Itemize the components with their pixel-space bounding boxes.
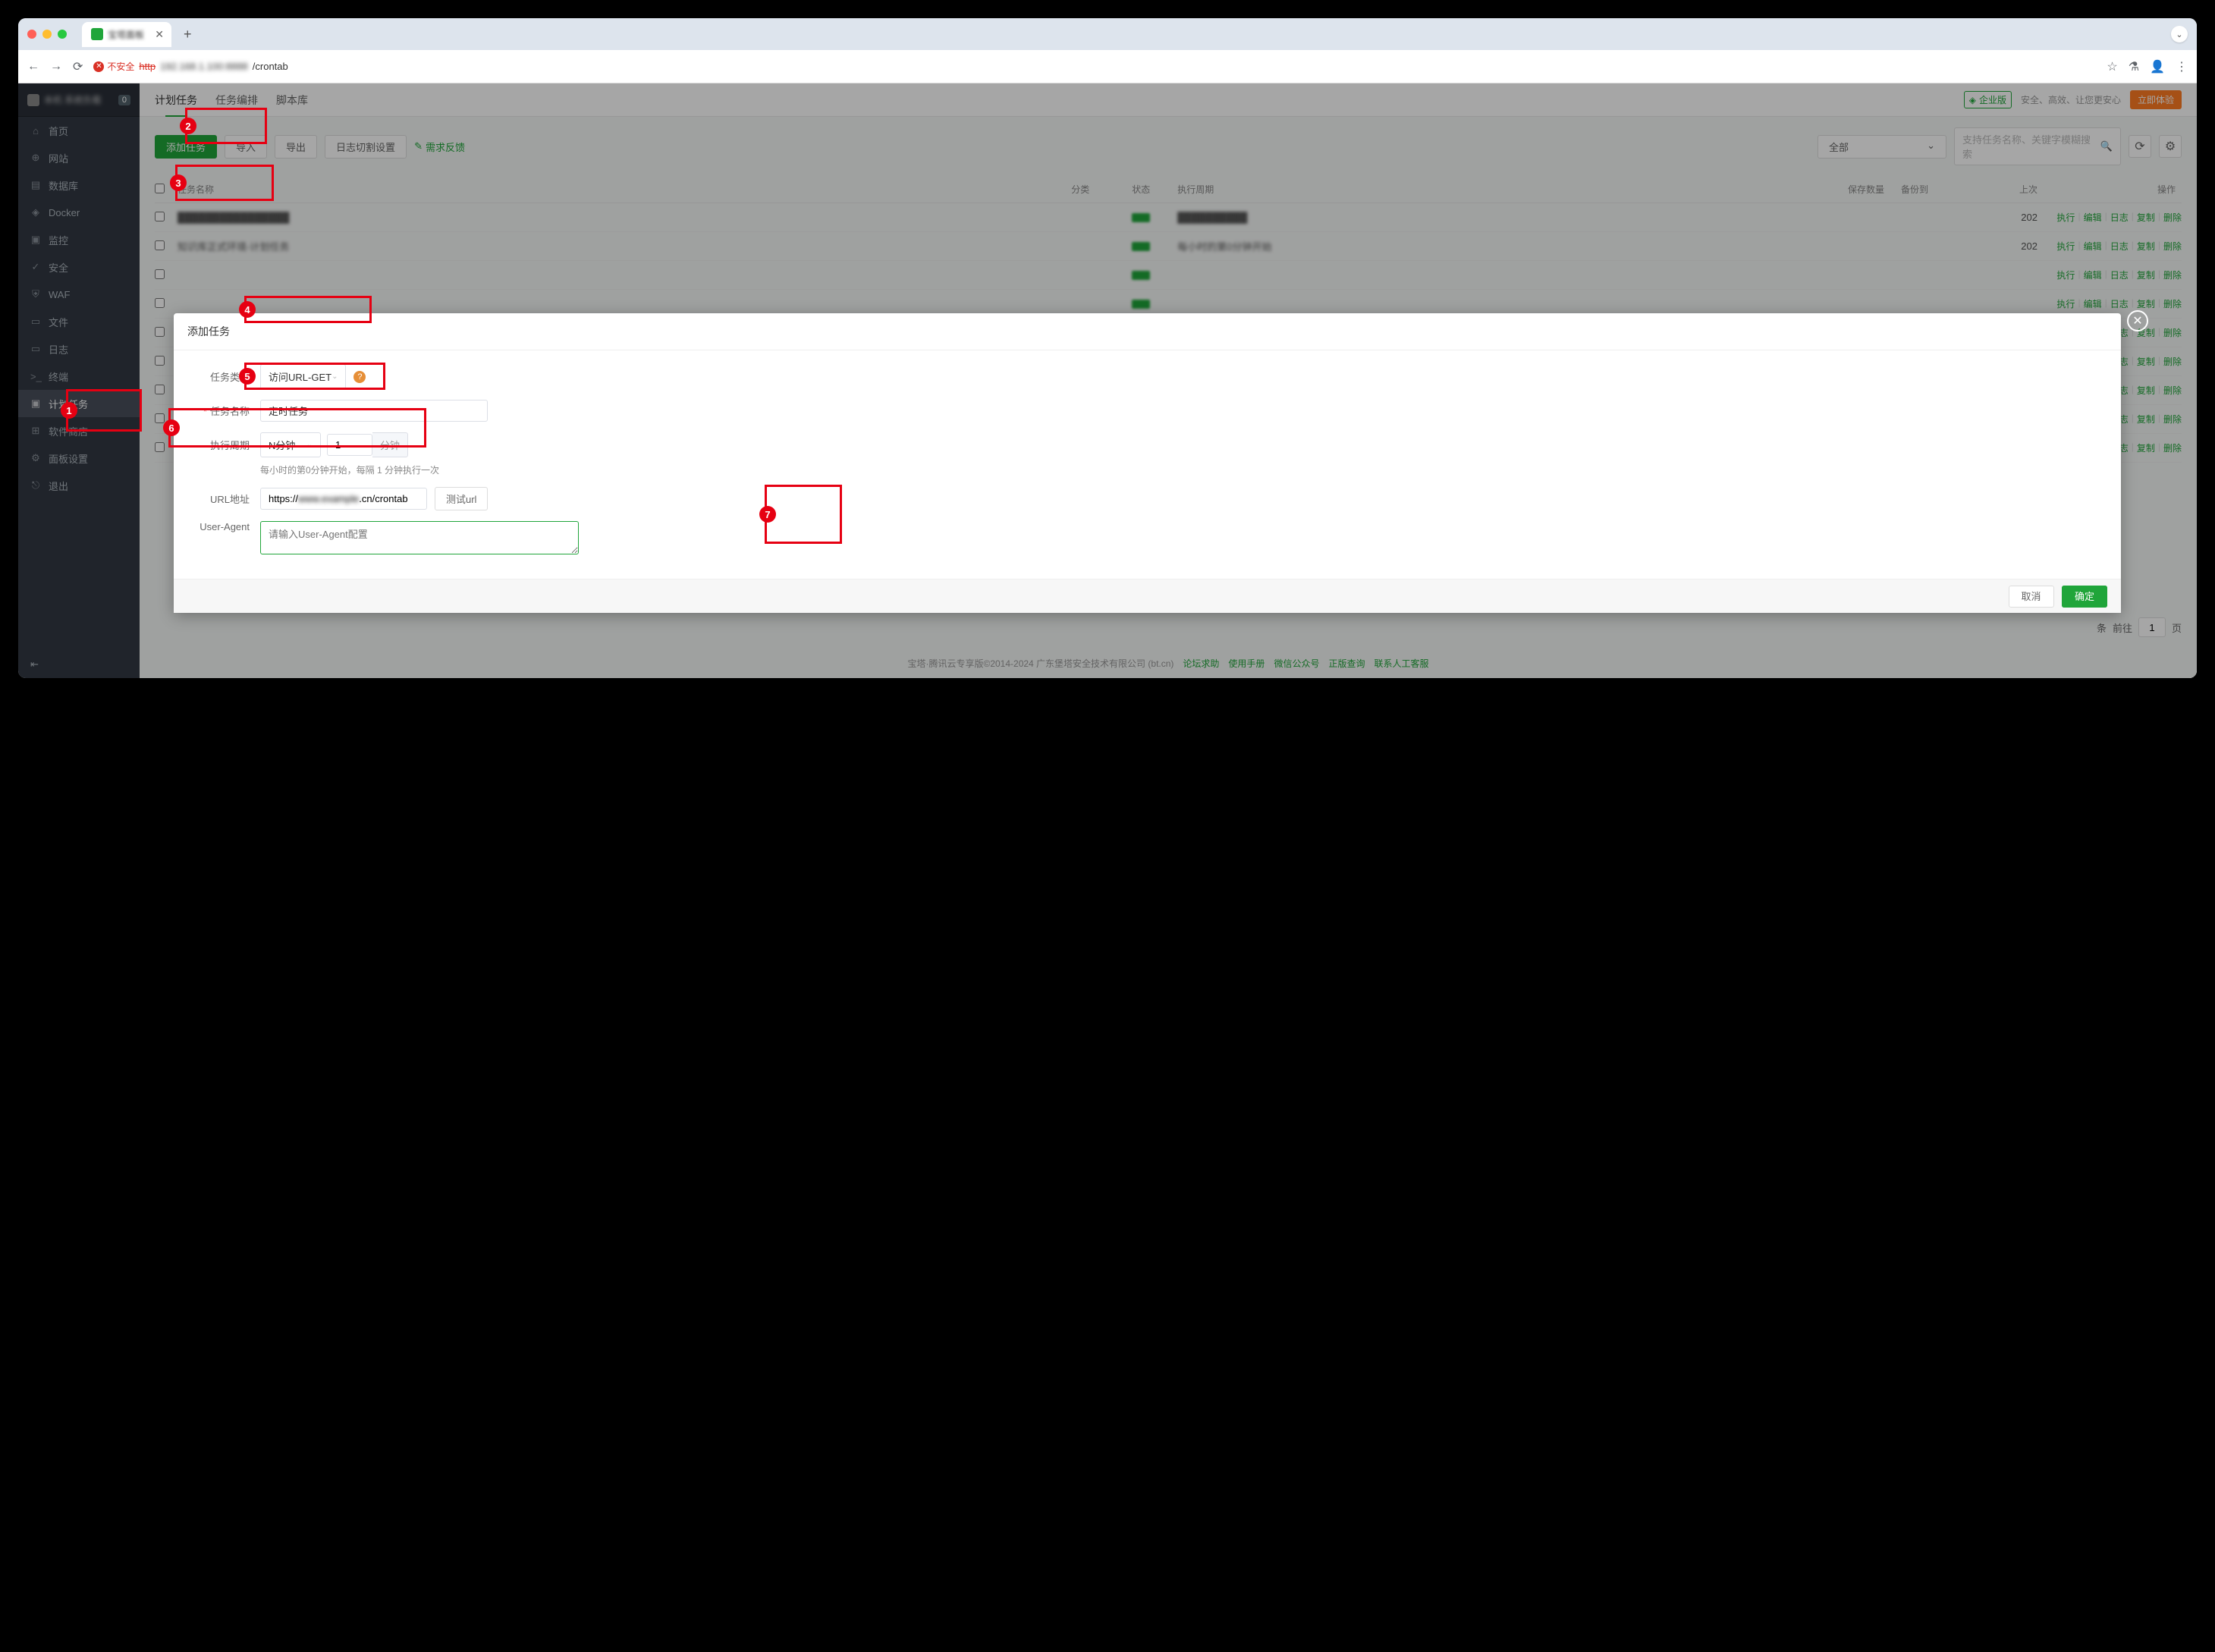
reload-icon[interactable]: ⟳	[73, 59, 83, 74]
ua-label: User-Agent	[192, 521, 260, 532]
name-label: *任务名称	[192, 404, 260, 418]
favicon-icon	[91, 28, 103, 40]
url-protocol: http	[139, 61, 156, 72]
url-bar[interactable]: ✕ 不安全 http 192.168.1.100:8888 /crontab	[93, 60, 2096, 73]
browser-tab-strip: 宝塔面板 ✕ + ⌄	[18, 18, 2197, 50]
star-icon[interactable]: ☆	[2107, 59, 2117, 74]
period-number-input[interactable]	[327, 434, 372, 456]
security-indicator[interactable]: ✕ 不安全	[93, 60, 134, 73]
menu-icon[interactable]: ⋮	[2176, 59, 2188, 74]
window-controls	[27, 30, 67, 39]
confirm-button[interactable]: 确定	[2062, 586, 2107, 608]
tab-title: 宝塔面板	[108, 28, 144, 41]
period-hint: 每小时的第0分钟开始，每隔 1 分钟执行一次	[260, 463, 2103, 476]
close-tab-icon[interactable]: ✕	[155, 28, 164, 41]
period-unit: 分钟	[372, 432, 408, 457]
user-agent-textarea[interactable]	[260, 521, 579, 554]
browser-toolbar: ← → ⟳ ✕ 不安全 http 192.168.1.100:8888 /cro…	[18, 50, 2197, 83]
tabs-dropdown-icon[interactable]: ⌄	[2171, 26, 2188, 42]
chevron-down-icon: ⌄	[306, 441, 313, 449]
task-name-input[interactable]	[260, 400, 488, 422]
back-icon[interactable]: ←	[27, 60, 39, 74]
minimize-window-icon[interactable]	[42, 30, 52, 39]
url-input[interactable]: https://www.example.cn/crontab	[260, 488, 427, 510]
period-type-select[interactable]: N分钟⌄	[260, 432, 321, 457]
forward-icon[interactable]: →	[50, 60, 62, 74]
url-label: URL地址	[192, 492, 260, 506]
modal-title: 添加任务	[174, 313, 2121, 350]
cancel-button[interactable]: 取消	[2009, 586, 2054, 608]
maximize-window-icon[interactable]	[58, 30, 67, 39]
url-host: 192.168.1.100:8888	[160, 61, 248, 72]
test-url-button[interactable]: 测试url	[435, 487, 488, 510]
browser-tab[interactable]: 宝塔面板 ✕	[82, 22, 171, 47]
labs-icon[interactable]: ⚗	[2129, 59, 2139, 74]
type-label: 任务类型	[192, 369, 260, 384]
period-label: 执行周期	[192, 438, 260, 452]
chevron-down-icon: ⌄	[331, 372, 338, 381]
modal-close-button[interactable]: ✕	[2127, 310, 2148, 331]
profile-icon[interactable]: 👤	[2150, 59, 2165, 74]
task-type-select[interactable]: 访问URL-GET⌄	[260, 364, 346, 389]
add-task-modal: ✕ 添加任务 任务类型 访问URL-GET⌄ ? *任务名称 执行周期 N分钟⌄…	[174, 313, 2121, 613]
close-window-icon[interactable]	[27, 30, 36, 39]
help-icon[interactable]: ?	[353, 371, 366, 383]
warning-icon: ✕	[93, 61, 104, 72]
url-path: /crontab	[253, 61, 288, 72]
new-tab-button[interactable]: +	[184, 27, 192, 42]
